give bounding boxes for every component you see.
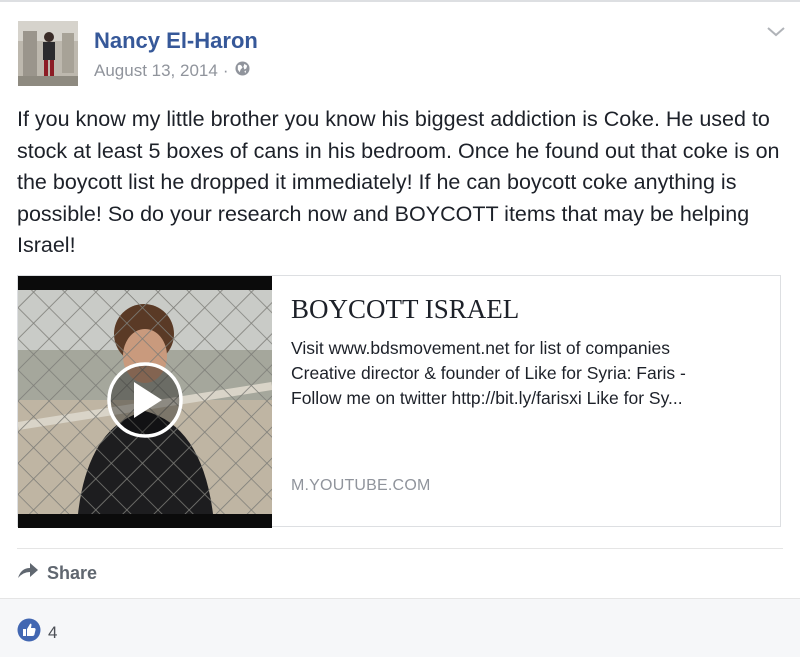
share-label: Share <box>47 563 98 583</box>
chevron-down-icon[interactable] <box>765 24 787 40</box>
link-attachment[interactable]: BOYCOTT ISRAEL Visit www.bdsmovement.net… <box>17 275 781 528</box>
actions-divider <box>17 548 783 549</box>
reactions-footer: 4 <box>0 598 800 657</box>
share-button[interactable]: Share <box>17 562 97 585</box>
like-count: 4 <box>48 622 58 642</box>
share-arrow-icon <box>17 562 47 585</box>
attachment-title[interactable]: BOYCOTT ISRAEL <box>291 294 519 325</box>
author-name[interactable]: Nancy El-Haron <box>94 28 258 54</box>
attachment-description: Visit www.bdsmovement.net for list of co… <box>291 336 761 411</box>
description-line: Follow me on twitter http://bit.ly/faris… <box>291 388 683 408</box>
avatar[interactable] <box>18 21 78 86</box>
top-border <box>0 0 800 2</box>
thumbs-up-icon <box>17 618 41 647</box>
description-line: Visit www.bdsmovement.net for list of co… <box>291 338 671 358</box>
attachment-domain: M.YOUTUBE.COM <box>291 477 431 494</box>
globe-icon[interactable] <box>234 61 250 81</box>
meta-separator: · <box>222 61 229 80</box>
post-meta: August 13, 2014 · <box>94 61 250 81</box>
description-line: Creative director & founder of Like for … <box>291 363 686 383</box>
like-count-link[interactable]: 4 <box>17 618 57 647</box>
video-thumbnail[interactable] <box>18 276 272 528</box>
post-text: If you know my little brother you know h… <box>17 107 780 257</box>
post-date[interactable]: August 13, 2014 <box>94 61 218 81</box>
